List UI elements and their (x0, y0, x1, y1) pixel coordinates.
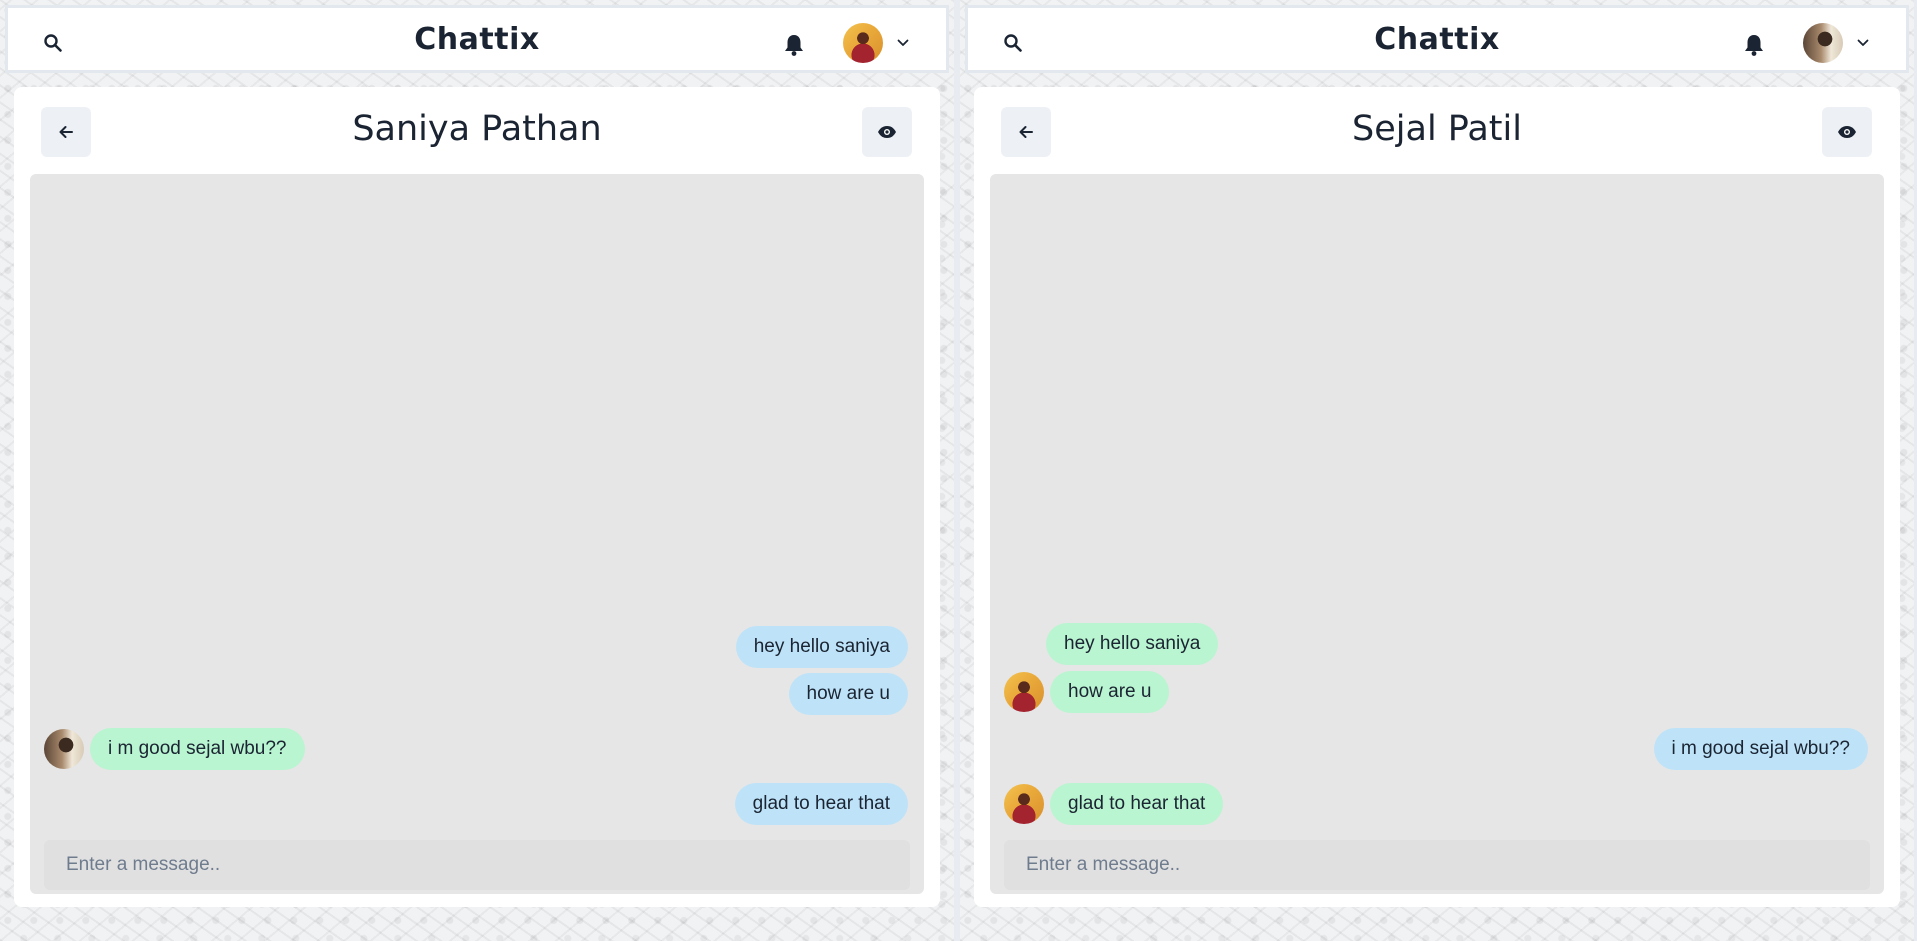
message-list: hey hello saniya how are u i m good seja… (30, 174, 924, 894)
message-input[interactable] (1004, 840, 1870, 890)
chat-header: Sejal Patil (974, 87, 1900, 171)
message-bubble: hey hello saniya (735, 626, 908, 668)
avatar (843, 23, 883, 63)
eye-icon (878, 126, 896, 138)
chat-title: Sejal Patil (1352, 109, 1522, 149)
message-bubble: how are u (1050, 671, 1170, 713)
message-bubble: hey hello saniya (1046, 623, 1219, 665)
sender-avatar (1004, 784, 1044, 824)
message-input[interactable] (44, 840, 910, 890)
profile-menu-button[interactable] (1803, 22, 1883, 64)
chat-title: Saniya Pathan (352, 109, 602, 149)
sender-avatar (1004, 672, 1044, 712)
view-profile-button[interactable] (862, 107, 912, 157)
profile-menu-button[interactable] (843, 22, 923, 64)
view-profile-button[interactable] (1822, 107, 1872, 157)
message-bubble: glad to hear that (734, 783, 908, 825)
chat-window-left: Chattix Saniya Pathan hey hello saniya h… (0, 0, 954, 941)
bell-icon (785, 35, 803, 56)
bell-icon (1745, 35, 1763, 56)
chat-window-right: Chattix Sejal Patil hey hello saniya how… (960, 0, 1914, 941)
top-navbar: Chattix (965, 5, 1909, 73)
chat-box: Sejal Patil hey hello saniya how are u i… (974, 87, 1900, 907)
avatar (1803, 23, 1843, 63)
chat-box: Saniya Pathan hey hello saniya how are u… (14, 87, 940, 907)
message-bubble: how are u (788, 673, 908, 715)
top-navbar: Chattix (5, 5, 949, 73)
notifications-button[interactable] (780, 30, 808, 60)
notifications-button[interactable] (1740, 30, 1768, 60)
eye-icon (1838, 126, 1856, 138)
message-bubble: i m good sejal wbu?? (1653, 728, 1868, 770)
message-input-box[interactable] (44, 840, 910, 890)
chevron-down-icon (897, 39, 909, 47)
sender-avatar (44, 729, 84, 769)
message-list: hey hello saniya how are u i m good seja… (990, 174, 1884, 894)
chat-header: Saniya Pathan (14, 87, 940, 171)
chevron-down-icon (1857, 39, 1869, 47)
message-bubble: i m good sejal wbu?? (90, 728, 305, 770)
message-bubble: glad to hear that (1050, 783, 1224, 825)
message-input-box[interactable] (1004, 840, 1870, 890)
